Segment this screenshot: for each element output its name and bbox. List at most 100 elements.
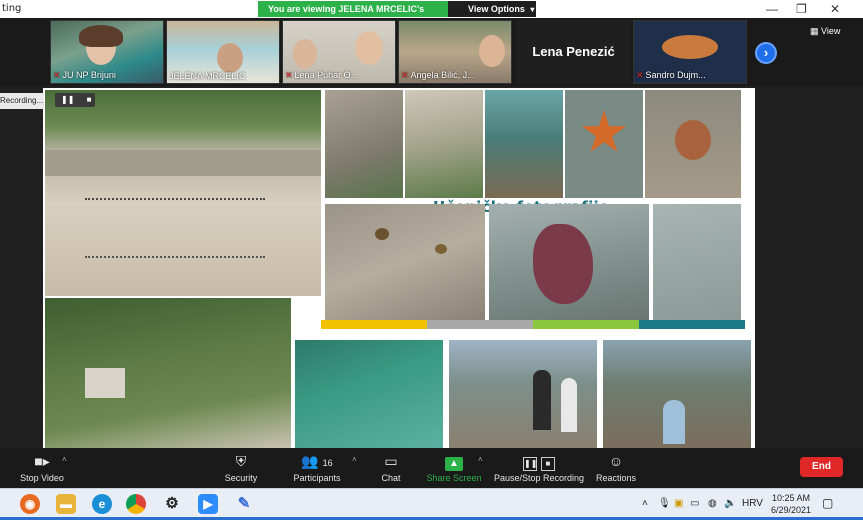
photo-rock-moss xyxy=(405,90,483,198)
chevron-right-icon: › xyxy=(763,45,769,60)
share-screen-button[interactable]: ▲ Share Screen xyxy=(426,452,482,483)
participant-caption: ✕ Sandro Dujm... xyxy=(636,70,706,80)
file-explorer-icon[interactable]: ▬ xyxy=(56,494,76,514)
muted-mic-icon: ✕ xyxy=(53,70,61,80)
participant-face xyxy=(217,43,243,73)
zoom-icon[interactable]: ▶ xyxy=(198,494,218,514)
participants-count: 16 xyxy=(322,458,333,468)
participants-icon: 👥 16 xyxy=(301,453,333,469)
share-arrow-icon: ▲ xyxy=(426,452,482,471)
close-button[interactable]: ✕ xyxy=(830,2,840,16)
participant-caption: ✕ Angela Bilić, J... xyxy=(401,70,475,80)
muted-mic-icon: ✕ xyxy=(285,70,293,80)
video-options-caret[interactable]: ˄ xyxy=(62,455,67,464)
muted-mic-icon: ✕ xyxy=(401,70,409,80)
view-options-button[interactable]: View Options ▾ xyxy=(448,1,536,17)
view-options-label: View Options xyxy=(468,4,525,14)
muted-mic-icon: ✕ xyxy=(636,70,644,80)
language-indicator[interactable]: HRV xyxy=(742,498,763,509)
speaker-icon[interactable]: 🔈 xyxy=(724,498,736,509)
participants-options-caret[interactable]: ˄ xyxy=(352,455,357,464)
meeting-toolbar: ■▸ Stop Video ˄ ⛨ Security 👥 16 Particip… xyxy=(0,448,863,488)
next-page-button[interactable]: › xyxy=(755,42,777,64)
windows-taskbar: ◉ ▬ e ⚙ ▶ ✎ ˄ 🎙 ▣ ▭ ◍ 🔈 HRV 10:25 AM 6/2… xyxy=(0,488,863,520)
color-bar-teal xyxy=(639,320,745,329)
photo-octopus xyxy=(645,90,741,198)
left-margin xyxy=(0,88,43,448)
color-bar-yellow xyxy=(321,320,427,329)
view-button[interactable]: ▦ View xyxy=(810,26,840,37)
title-bar: ting You are viewing JELENA MRCELIC's sc… xyxy=(0,0,863,24)
participant-hair xyxy=(79,25,123,47)
participant-face xyxy=(355,31,383,65)
chrome-icon[interactable] xyxy=(126,494,146,514)
participant-face xyxy=(293,39,317,69)
participant-gallery: ✕ JU NP Brijuni JELENA MRCELIC ✕ Lena Puha… xyxy=(0,18,863,86)
restore-button[interactable]: ❐ xyxy=(796,2,807,16)
stop-recording-button[interactable]: ■ xyxy=(87,95,92,104)
minimize-button[interactable]: — xyxy=(766,2,778,16)
recording-controls: ❚❚ ■ xyxy=(55,93,95,107)
firefox-icon[interactable]: ◉ xyxy=(20,494,40,514)
chevron-down-icon: ▾ xyxy=(530,5,535,14)
edge-icon[interactable]: e xyxy=(92,494,112,514)
participant-tile[interactable]: ✕ JU NP Brijuni xyxy=(50,20,164,84)
photo-shells-rock xyxy=(325,204,485,320)
recording-indicator: Recording... xyxy=(0,93,44,109)
tray-chevron-icon[interactable]: ˄ xyxy=(642,498,648,509)
photo-water-rocks xyxy=(653,204,741,320)
security-label: Security xyxy=(224,473,258,483)
participant-caption: ✕ JU NP Brijuni xyxy=(53,70,116,80)
viewing-banner: You are viewing JELENA MRCELIC's screen xyxy=(258,1,448,24)
network-icon[interactable]: ◍ xyxy=(708,498,717,509)
fish-avatar-icon xyxy=(662,35,718,59)
pause-stop-recording-button[interactable]: ❚❚ ■ Pause/Stop Recording xyxy=(492,452,586,483)
participant-face xyxy=(479,35,505,67)
pause-stop-recording-label: Pause/Stop Recording xyxy=(493,473,585,483)
system-clock[interactable]: 10:25 AM 6/29/2021 xyxy=(766,492,816,516)
microphone-icon[interactable]: 🎙 xyxy=(658,498,671,509)
notifications-icon[interactable]: ▢ xyxy=(822,496,833,510)
paint-icon[interactable]: ✎ xyxy=(234,494,254,514)
participants-label: Participants xyxy=(293,473,341,483)
window-title: ting xyxy=(2,3,22,14)
pause-stop-icon: ❚❚ ■ xyxy=(492,452,586,471)
color-bar-green xyxy=(533,320,639,329)
participant-tile[interactable]: ✕ Angela Bilić, J... xyxy=(398,20,512,84)
share-screen-label: Share Screen xyxy=(426,473,482,483)
settings-icon[interactable]: ⚙ xyxy=(162,494,182,514)
reactions-label: Reactions xyxy=(595,473,637,483)
participant-tile-video-off[interactable]: Lena Penezić xyxy=(516,20,631,84)
security-button[interactable]: ⛨ Security xyxy=(216,452,266,483)
photo-starfish xyxy=(565,90,643,198)
stop-video-label: Stop Video xyxy=(20,473,64,483)
participant-caption: JELENA MRCELIC xyxy=(169,71,246,81)
pause-recording-button[interactable]: ❚❚ xyxy=(61,95,74,104)
zoom-meeting-window: ting You are viewing JELENA MRCELIC's sc… xyxy=(0,0,863,520)
smiley-icon: ☺ xyxy=(608,453,624,469)
chat-label: Chat xyxy=(381,473,401,483)
end-meeting-button[interactable]: End xyxy=(800,457,843,477)
participant-caption: ✕ Lena Puhar O... xyxy=(285,70,359,80)
shield-icon: ⛨ xyxy=(235,453,247,469)
photo-student-rocks xyxy=(603,340,751,448)
battery-icon[interactable]: ▭ xyxy=(690,498,699,509)
chat-bubble-icon: ▭ xyxy=(384,453,398,469)
grid-icon: ▦ xyxy=(810,26,819,36)
clock-date: 6/29/2021 xyxy=(770,505,812,515)
photo-underwater xyxy=(295,340,443,448)
photo-rock-plant xyxy=(325,90,403,198)
participant-tile[interactable]: ✕ Sandro Dujm... xyxy=(633,20,747,84)
security-tray-icon[interactable]: ▣ xyxy=(674,498,683,509)
participant-tile[interactable]: ✕ Lena Puhar O... xyxy=(282,20,396,84)
view-label: View xyxy=(821,26,841,36)
participant-tile[interactable]: JELENA MRCELIC xyxy=(166,20,280,84)
photo-students-shore xyxy=(449,340,597,448)
reactions-button[interactable]: ☺ Reactions xyxy=(594,452,638,483)
participants-button[interactable]: 👥 16 Participants xyxy=(288,452,346,483)
photo-sea-cucumber xyxy=(489,204,649,320)
share-options-caret[interactable]: ˄ xyxy=(478,455,483,464)
photo-sea-rocks xyxy=(485,90,563,198)
clock-time: 10:25 AM xyxy=(771,493,811,503)
chat-button[interactable]: ▭ Chat xyxy=(372,452,410,483)
